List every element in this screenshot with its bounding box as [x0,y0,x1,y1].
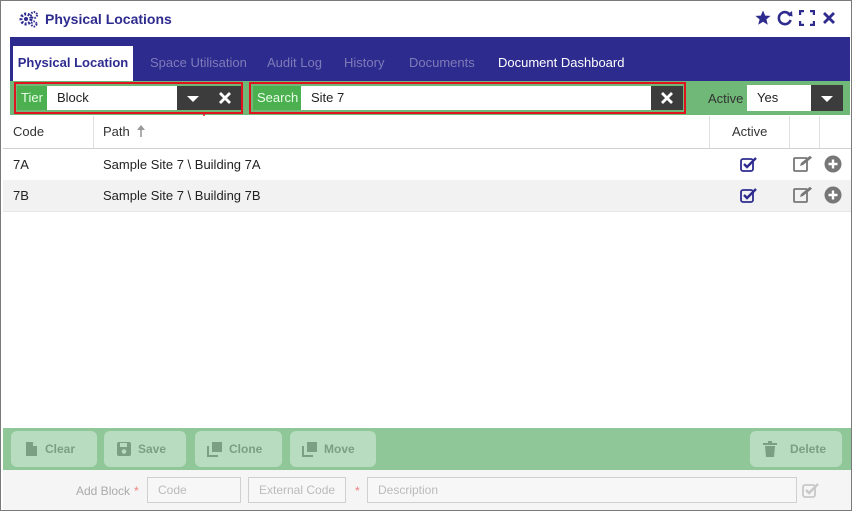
search-clear-button[interactable] [651,86,683,110]
description-input[interactable]: Description [367,477,797,503]
close-icon[interactable] [821,10,837,26]
delete-button-label: Delete [790,442,827,456]
column-header-path[interactable]: Path [103,124,130,139]
column-header-active[interactable]: Active [732,124,767,139]
refresh-icon[interactable] [777,10,793,26]
checkbox-checked-icon[interactable] [802,482,820,498]
grid-header: Code Path Active [3,116,851,149]
cell-path: Sample Site 7 \ Building 7B [103,188,261,203]
close-icon [219,92,231,104]
close-icon [661,92,673,104]
title-bar-actions [755,9,837,27]
search-label: Search [253,86,303,110]
cell-code: 7A [13,157,29,172]
required-marker: * [134,484,139,498]
chevron-down-icon [187,96,199,102]
table-row[interactable]: 7A Sample Site 7 \ Building 7A [3,149,851,181]
sort-ascending-icon [137,125,145,137]
cell-path: Sample Site 7 \ Building 7A [103,157,261,172]
physical-locations-window: Physical Locations Physical Location Spa… [0,0,852,511]
search-input[interactable]: Site 7 [301,86,651,110]
add-block-label: Add Block [76,484,131,498]
chevron-down-icon [821,96,833,102]
filter-bar: Tier Block Search Site 7 Active Yes [10,81,850,115]
table-row[interactable]: 7B Sample Site 7 \ Building 7B [3,180,851,212]
clear-button-label: Clear [45,442,76,456]
tab-history[interactable]: History [344,55,384,70]
column-divider [93,116,94,148]
required-marker: * [355,484,360,498]
tab-physical-location[interactable]: Physical Location [13,46,133,81]
column-header-code[interactable]: Code [13,124,44,139]
tab-documents[interactable]: Documents [409,55,475,70]
edit-icon[interactable] [793,155,813,173]
expand-icon[interactable] [798,9,816,27]
title-bar: Physical Locations [1,1,851,37]
active-filter-label: Active [708,91,744,106]
active-select[interactable]: Yes [747,85,811,111]
clone-icon [207,442,222,457]
tier-dropdown-button[interactable] [177,86,209,110]
file-icon [26,442,37,456]
code-input[interactable]: Code [147,477,241,503]
save-button[interactable]: Save [104,431,186,467]
add-block-row: Add Block * Code External Code * Descrip… [3,470,851,510]
tab-bar: Physical Location Space Utilisation Audi… [10,37,850,81]
tab-audit-log[interactable]: Audit Log [267,55,322,70]
add-circle-icon[interactable] [824,186,842,204]
column-divider [819,116,820,148]
window-title: Physical Locations [45,11,172,27]
clone-button[interactable]: Clone [195,431,282,467]
move-button[interactable]: Move [290,431,376,467]
active-dropdown-button[interactable] [811,85,843,111]
add-circle-icon[interactable] [824,155,842,173]
column-divider [709,116,710,148]
action-bar: Clear Save Clone Move Delete [3,428,851,470]
tab-space-utilisation[interactable]: Space Utilisation [150,55,247,70]
save-button-label: Save [138,442,167,456]
move-icon [302,442,317,457]
checkbox-checked-icon[interactable] [740,156,758,172]
tier-select[interactable]: Block [47,86,177,110]
tier-clear-button[interactable] [209,86,241,110]
star-icon[interactable] [755,10,771,26]
save-icon [117,442,131,456]
delete-button[interactable]: Delete [750,431,842,467]
tier-label: Tier [17,86,47,110]
clear-button[interactable]: Clear [11,431,97,467]
external-code-input[interactable]: External Code [248,477,346,503]
column-divider [789,116,790,148]
gears-icon [19,11,38,28]
edit-icon[interactable] [793,186,813,204]
checkbox-checked-icon[interactable] [740,187,758,203]
clone-button-label: Clone [229,442,263,456]
cell-code: 7B [13,188,29,203]
trash-icon [763,441,777,457]
move-button-label: Move [324,442,355,456]
tab-document-dashboard[interactable]: Document Dashboard [498,55,624,70]
